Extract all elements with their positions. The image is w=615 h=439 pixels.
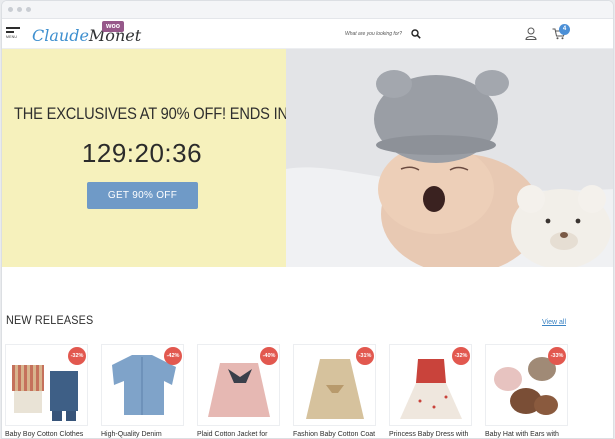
product-list: -32% Baby Boy Cotton Clothes -42% High-Q…	[5, 344, 613, 438]
window-dot-icon	[8, 7, 13, 12]
product-card[interactable]: -31% Fashion Baby Cotton Coat	[293, 344, 376, 438]
menu-button[interactable]: MENU	[6, 27, 20, 39]
hero-baby-image	[286, 49, 613, 267]
hero-title: THE EXCLUSIVES AT 90% OFF! ENDS IN	[14, 104, 288, 123]
discount-badge: -32%	[68, 347, 86, 365]
discount-badge: -33%	[548, 347, 566, 365]
get-discount-button[interactable]: GET 90% OFF	[87, 182, 198, 209]
discount-badge: -31%	[356, 347, 374, 365]
countdown-timer: 129:20:36	[81, 138, 203, 168]
product-name[interactable]: High-Quality Denim	[101, 431, 196, 438]
window-chrome	[2, 1, 613, 19]
cart-count-badge: 4	[559, 24, 570, 35]
view-all-link[interactable]: View all	[542, 319, 566, 326]
product-card[interactable]: -33% Baby Hat with Ears with	[485, 344, 568, 438]
hamburger-icon-bar	[6, 31, 14, 33]
search-icon[interactable]	[411, 29, 421, 39]
discount-badge: -40%	[260, 347, 278, 365]
window-dot-icon	[26, 7, 31, 12]
search-input[interactable]: What are you looking for?	[345, 31, 402, 37]
product-card[interactable]: -32% Baby Boy Cotton Clothes	[5, 344, 88, 438]
site-logo[interactable]: ClaudeMonet woo	[32, 21, 141, 47]
window-dot-icon	[17, 7, 22, 12]
logo-text-first: Claude	[32, 26, 89, 45]
hero-photo	[286, 49, 613, 267]
product-card[interactable]: -42% High-Quality Denim	[101, 344, 184, 438]
logo-text: ClaudeMonet	[32, 26, 141, 45]
discount-badge: -32%	[452, 347, 470, 365]
menu-label: MENU	[6, 35, 18, 39]
product-name[interactable]: Baby Hat with Ears with	[485, 431, 580, 438]
new-releases-title: NEW RELEASES	[6, 313, 94, 327]
site-header: MENU ClaudeMonet woo What are you lookin…	[2, 19, 613, 49]
user-account-icon[interactable]	[525, 27, 537, 40]
product-name[interactable]: Princess Baby Dress with	[389, 431, 484, 438]
product-card[interactable]: -40% Plaid Cotton Jacket for	[197, 344, 280, 438]
product-card[interactable]: -32% Princess Baby Dress with	[389, 344, 472, 438]
discount-badge: -42%	[164, 347, 182, 365]
product-name[interactable]: Plaid Cotton Jacket for	[197, 431, 292, 438]
woo-badge: woo	[102, 21, 124, 32]
product-name[interactable]: Fashion Baby Cotton Coat	[293, 431, 388, 438]
browser-window: MENU ClaudeMonet woo What are you lookin…	[1, 0, 614, 439]
product-name[interactable]: Baby Boy Cotton Clothes	[5, 431, 100, 438]
hamburger-icon	[6, 27, 20, 29]
